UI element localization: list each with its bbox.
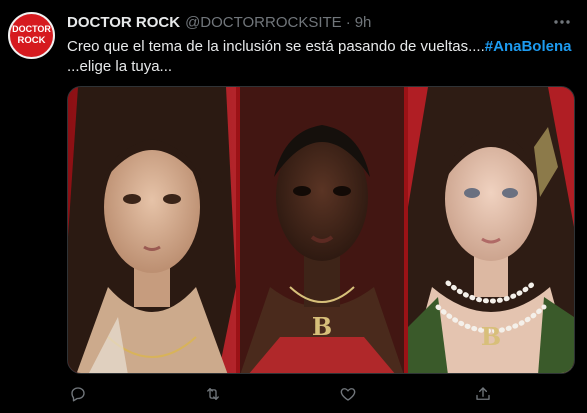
avatar-line-2: ROCK xyxy=(17,35,46,47)
avatar[interactable]: DOCTOR ROCK xyxy=(8,12,55,59)
author-handle[interactable]: @DOCTORROCKSITE xyxy=(185,14,342,31)
tweet-text: Creo que el tema de la inclusión se está… xyxy=(67,37,577,77)
avatar-line-1: DOCTOR xyxy=(12,24,51,35)
portrait-3-illustration: B xyxy=(408,87,574,373)
more-options-icon[interactable] xyxy=(551,12,573,32)
tweet-text-line-1: Creo que el tema de la inclusión se está… xyxy=(67,37,577,57)
author-name[interactable]: DOCTOR ROCK xyxy=(67,14,180,31)
tweet-text-main: Creo que el tema de la inclusión se está… xyxy=(67,38,485,55)
portrait-2-illustration: B xyxy=(240,87,404,373)
share-icon[interactable] xyxy=(472,383,494,405)
image-panel-1 xyxy=(68,87,236,373)
retweet-icon[interactable] xyxy=(202,383,224,405)
image-panel-3: B xyxy=(408,87,574,373)
tweet-actions xyxy=(67,383,557,407)
tweet-text-line-2: ...elige la tuya... xyxy=(67,58,173,75)
svg-text:B: B xyxy=(312,312,332,341)
tweet[interactable]: DOCTOR ROCK DOCTOR ROCK @DOCTORROCKSITE … xyxy=(0,0,587,413)
svg-text:B: B xyxy=(481,322,501,351)
tweet-time[interactable]: 9h xyxy=(355,14,372,31)
tweet-image[interactable]: B B xyxy=(67,86,575,374)
portrait-1-illustration xyxy=(68,87,236,373)
tweet-header: DOCTOR ROCK @DOCTORROCKSITE · 9h xyxy=(67,12,371,32)
like-icon[interactable] xyxy=(337,383,359,405)
image-panel-2: B xyxy=(240,87,404,373)
separator-dot: · xyxy=(345,13,351,31)
reply-icon[interactable] xyxy=(67,383,89,405)
hashtag-link[interactable]: #AnaBolena xyxy=(485,38,572,55)
